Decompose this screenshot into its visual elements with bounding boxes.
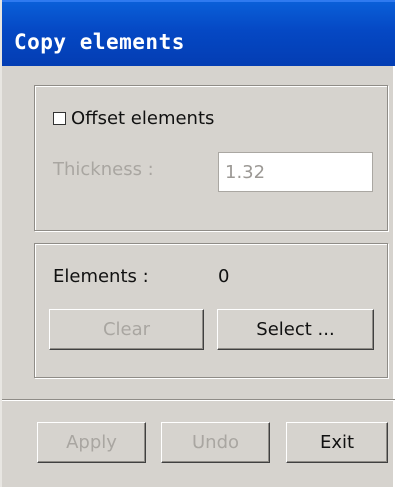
thickness-label: Thickness : [53,159,154,180]
offset-elements-checkbox[interactable] [53,112,66,125]
title-bar[interactable]: Copy elements [2,0,395,66]
select-button[interactable]: Select ... [217,309,374,350]
copy-elements-dialog: Copy elements Offset elements Thickness … [0,0,395,487]
offset-elements-option[interactable]: Offset elements [53,108,214,129]
clear-button: Clear [49,309,204,350]
undo-button: Undo [161,422,270,463]
elements-group: Elements : 0 Clear Select ... [34,243,388,378]
elements-label: Elements : [53,266,149,287]
thickness-field: 1.32 [218,152,373,192]
footer-divider [2,399,395,401]
offset-group: Offset elements Thickness : 1.32 [34,85,388,231]
offset-elements-label: Offset elements [71,108,215,129]
elements-count: 0 [218,266,230,287]
window-title: Copy elements [14,30,185,54]
exit-button[interactable]: Exit [286,422,388,463]
apply-button: Apply [37,422,146,463]
